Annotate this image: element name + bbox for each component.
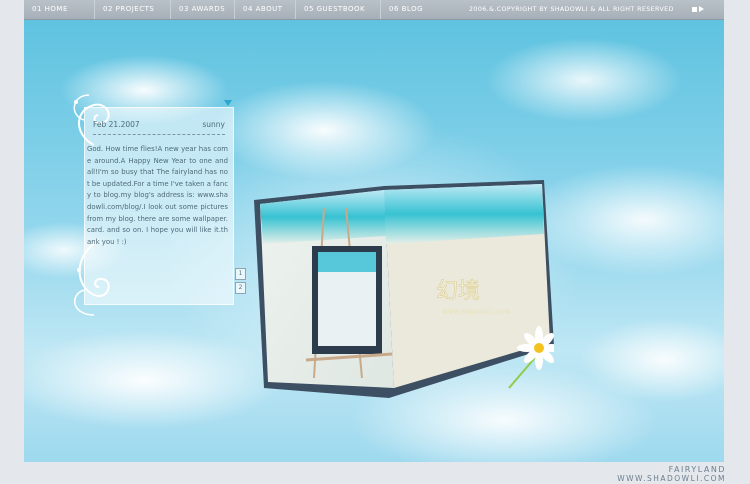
page-frame: 01 HOME 02 PROJECTS 03 AWARDS 04 ABOUT 0… bbox=[0, 0, 750, 484]
copyright-text: 2006.&.COPYRIGHT BY SHADOWLI & ALL RIGHT… bbox=[469, 6, 674, 13]
blog-post-card: Feb 21.2007 sunny God. How time flies!A … bbox=[84, 107, 246, 305]
nav-home[interactable]: 01 HOME bbox=[24, 0, 95, 19]
play-icon[interactable] bbox=[699, 6, 704, 12]
post-body: God. How time flies!A new year has come … bbox=[87, 145, 228, 246]
footer-brand: FAIRYLAND WWW.SHADOWLI.COM bbox=[617, 465, 726, 483]
nav-awards[interactable]: 03 AWARDS bbox=[171, 0, 235, 19]
music-player bbox=[692, 6, 706, 13]
top-navigation-bar: 01 HOME 02 PROJECTS 03 AWARDS 04 ABOUT 0… bbox=[24, 0, 724, 20]
nav-about[interactable]: 04 ABOUT bbox=[235, 0, 296, 19]
post-divider bbox=[93, 134, 225, 135]
footer-title: FAIRYLAND bbox=[668, 465, 726, 474]
post-pager: 1 2 bbox=[235, 268, 246, 296]
footer-url[interactable]: WWW.SHADOWLI.COM bbox=[617, 474, 726, 483]
nav-projects[interactable]: 02 PROJECTS bbox=[95, 0, 171, 19]
main-nav: 01 HOME 02 PROJECTS 03 AWARDS 04 ABOUT 0… bbox=[24, 0, 445, 19]
post-date: Feb 21.2007 bbox=[93, 120, 140, 129]
sky-background: Feb 21.2007 sunny God. How time flies!A … bbox=[24, 20, 724, 462]
page-button-2[interactable]: 2 bbox=[235, 282, 246, 294]
nav-guestbook[interactable]: 05 GUESTBOOK bbox=[296, 0, 381, 19]
post-weather: sunny bbox=[202, 120, 225, 129]
page-button-1[interactable]: 1 bbox=[235, 268, 246, 280]
nav-blog[interactable]: 06 BLOG bbox=[381, 0, 445, 19]
open-book-illustration: 幻境 WWW.SHADOWLI.COM bbox=[254, 180, 554, 398]
marker-icon bbox=[224, 100, 232, 106]
book-logo-url: WWW.SHADOWLI.COM bbox=[442, 309, 510, 316]
book-logo-text: 幻境 bbox=[436, 279, 480, 304]
stop-icon[interactable] bbox=[692, 7, 697, 12]
